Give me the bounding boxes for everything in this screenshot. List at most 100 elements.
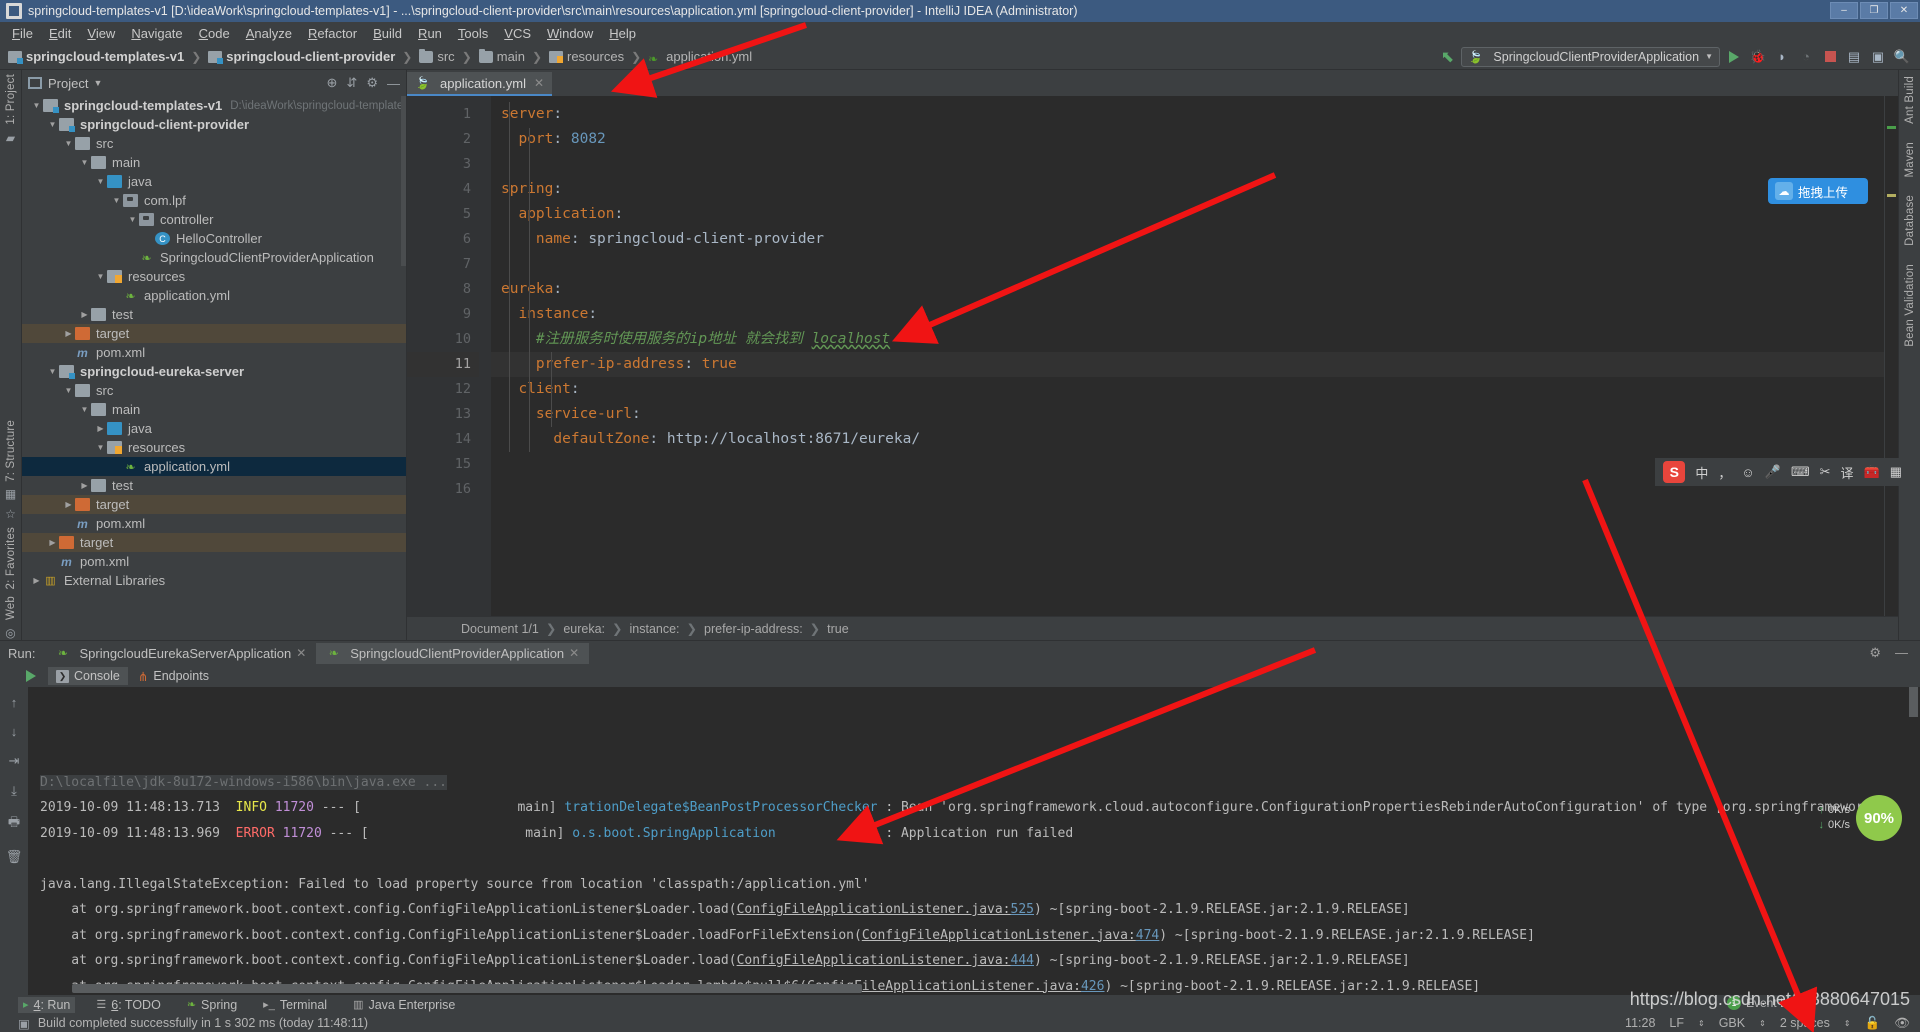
code-content[interactable]: server: port: 8082 spring: application: n… bbox=[479, 96, 1884, 616]
chevron-down-icon[interactable]: ▼ bbox=[94, 443, 107, 452]
document-breadcrumb[interactable]: Document 1/1 ❯ eureka: ❯ instance: ❯ prefer-ip… bbox=[407, 616, 1898, 640]
run-configuration-selector[interactable]: 🍃 SpringcloudClientProviderApplication ▼ bbox=[1461, 46, 1720, 67]
breadcrumb[interactable]: springcloud-templates-v1 ❯ springcloud-cli… bbox=[6, 48, 754, 65]
line-number-12[interactable]: 12– bbox=[407, 377, 493, 402]
chevron-right-icon[interactable]: ▶ bbox=[78, 481, 91, 490]
run-tab-springcloudeurekaserverapplication[interactable]: ❧ SpringcloudEurekaServerApplication ✕ bbox=[45, 643, 316, 664]
down-icon[interactable]: ↓ bbox=[11, 724, 18, 739]
project-structure-icon[interactable]: ▤ bbox=[1844, 47, 1864, 67]
tree-node-src[interactable]: ▼ src bbox=[22, 381, 406, 400]
tree-node-target[interactable]: ▶ target bbox=[22, 533, 406, 552]
line-number-1[interactable]: 1– bbox=[407, 102, 493, 127]
menu-item-file[interactable]: File bbox=[4, 24, 41, 43]
code-line-13[interactable]: service-url: bbox=[479, 402, 1884, 427]
code-line-4[interactable]: spring: bbox=[479, 177, 1884, 202]
chevron-down-icon[interactable]: ▼ bbox=[94, 177, 107, 186]
tool-button-java-enterprise[interactable]: ▥ Java Enterprise bbox=[348, 997, 460, 1013]
stop-icon[interactable] bbox=[1820, 47, 1840, 67]
network-speed-widget[interactable]: ↑ 0K/s ↓ 0K/s 90% bbox=[1818, 795, 1902, 841]
run-subtab-bar[interactable]: ❯ Console ⋔ Endpoints bbox=[0, 665, 1920, 687]
chevron-right-icon[interactable]: ▶ bbox=[62, 329, 75, 338]
stack-trace-link[interactable]: ConfigFileApplicationListener.java:444 bbox=[737, 953, 1034, 968]
line-number-11[interactable]: 11– bbox=[407, 352, 493, 377]
chevron-down-icon[interactable]: ▼ bbox=[30, 101, 43, 110]
line-number-13[interactable]: 13– bbox=[407, 402, 493, 427]
ime-punct-toggle[interactable]: ， bbox=[1718, 463, 1731, 482]
chevron-right-icon[interactable]: ▶ bbox=[78, 310, 91, 319]
breadcrumb-item-main[interactable]: main bbox=[477, 48, 527, 64]
line-number-4[interactable]: 4– bbox=[407, 177, 493, 202]
rerun-icon[interactable] bbox=[26, 670, 36, 682]
ime-lang-toggle[interactable]: 中 bbox=[1695, 463, 1708, 482]
code-line-2[interactable]: port: 8082 bbox=[479, 127, 1884, 152]
build-icon[interactable]: ⬉ bbox=[1437, 47, 1457, 67]
code-line-14[interactable]: defaultZone: http://localhost:8671/eurek… bbox=[479, 427, 1884, 452]
up-icon[interactable]: ↑ bbox=[11, 695, 18, 710]
code-line-11[interactable]: prefer-ip-address: true bbox=[479, 352, 1884, 377]
code-line-12[interactable]: client: bbox=[479, 377, 1884, 402]
tree-node-application-yml[interactable]: ❧ application.yml bbox=[22, 286, 406, 305]
line-number-10[interactable]: 10 bbox=[407, 327, 479, 352]
menu-item-refactor[interactable]: Refactor bbox=[300, 24, 365, 43]
line-number-9[interactable]: 9– bbox=[407, 302, 493, 327]
close-button[interactable]: ✕ bbox=[1890, 2, 1918, 19]
breadcrumb-item-application-yml[interactable]: ❧ application.yml bbox=[646, 49, 754, 65]
keyboard-icon[interactable]: ⌨ bbox=[1791, 464, 1810, 480]
line-number-5[interactable]: 5– bbox=[407, 202, 493, 227]
console-horizontal-scrollbar[interactable] bbox=[72, 984, 862, 993]
tree-node-java[interactable]: ▼ java bbox=[22, 172, 406, 191]
code-line-9[interactable]: instance: bbox=[479, 302, 1884, 327]
run-with-coverage-icon[interactable]: ◗ bbox=[1772, 47, 1792, 67]
chevron-down-icon[interactable]: ▼ bbox=[46, 367, 59, 376]
tree-node-controller[interactable]: ▼ controller bbox=[22, 210, 406, 229]
unlock-icon[interactable]: 🔓 bbox=[1865, 1016, 1881, 1031]
editor-tab-application-yml[interactable]: 🍃 application.yml ✕ bbox=[407, 72, 553, 96]
console-side-toolbar[interactable]: ↑ ↓ ⇥ ⤓ 🖶 🗑 bbox=[0, 687, 28, 995]
window-controls[interactable]: – ❐ ✕ bbox=[1830, 2, 1918, 19]
chevron-right-icon[interactable]: ▶ bbox=[62, 500, 75, 509]
tree-node-external-libraries[interactable]: ▶ ▥ External Libraries bbox=[22, 571, 406, 590]
line-number-8[interactable]: 8– bbox=[407, 277, 493, 302]
right-tool-strip[interactable]: Ant Build Maven Database Bean Validation bbox=[1898, 70, 1920, 640]
hide-icon[interactable]: — bbox=[387, 76, 400, 91]
tree-node-java[interactable]: ▶ java bbox=[22, 419, 406, 438]
toolbox-icon[interactable]: 🧰 bbox=[1864, 464, 1880, 480]
screenshot-icon[interactable]: ✂ bbox=[1820, 464, 1831, 480]
scroll-to-end-icon[interactable]: ⤓ bbox=[11, 783, 17, 799]
chevron-down-icon[interactable]: ▼ bbox=[62, 386, 75, 395]
line-number-2[interactable]: 2– bbox=[407, 127, 493, 152]
tree-node-com-lpf[interactable]: ▼ com.lpf bbox=[22, 191, 406, 210]
breadcrumb-item-springcloud-client-provider[interactable]: springcloud-client-provider bbox=[206, 49, 397, 64]
stack-trace-link[interactable]: ConfigFileApplicationListener.java:525 bbox=[737, 902, 1034, 917]
profile-icon[interactable]: ◔ bbox=[1796, 47, 1816, 67]
sidebar-item-web[interactable]: Web bbox=[5, 596, 17, 620]
tool-button-6-todo[interactable]: ☰ 6: TODO bbox=[91, 997, 165, 1013]
tree-node-test[interactable]: ▶ test bbox=[22, 305, 406, 324]
code-line-7[interactable] bbox=[479, 252, 1884, 277]
chevron-down-icon[interactable]: ▼ bbox=[1705, 52, 1713, 61]
fold-gutter[interactable] bbox=[479, 96, 491, 616]
tool-button-spring[interactable]: ❧ Spring bbox=[182, 997, 242, 1013]
print-icon[interactable]: 🖶 bbox=[8, 813, 20, 835]
tool-button-terminal[interactable]: ▸_ Terminal bbox=[258, 997, 332, 1013]
tree-node-springcloud-eureka-server[interactable]: ▼ springcloud-eureka-server bbox=[22, 362, 406, 381]
upload-chip[interactable]: ☁ 拖拽上传 bbox=[1768, 178, 1868, 204]
menu-item-analyze[interactable]: Analyze bbox=[238, 24, 300, 43]
doc-breadcrumb-item[interactable]: instance: bbox=[630, 622, 680, 636]
line-separator[interactable]: LF bbox=[1669, 1016, 1684, 1030]
menu-bar[interactable]: File Edit View Navigate Code Analyze Refactor B… bbox=[0, 22, 1920, 44]
code-line-1[interactable]: server: bbox=[479, 102, 1884, 127]
minimize-button[interactable]: – bbox=[1830, 2, 1858, 19]
menu-item-navigate[interactable]: Navigate bbox=[123, 24, 190, 43]
terminal-icon[interactable]: ▣ bbox=[1868, 47, 1888, 67]
close-icon[interactable]: ✕ bbox=[534, 76, 544, 90]
tree-node-springcloudclientproviderapplication[interactable]: ❧ SpringcloudClientProviderApplication bbox=[22, 248, 406, 267]
tree-node-target[interactable]: ▶ target bbox=[22, 324, 406, 343]
tree-node-hellocontroller[interactable]: C HelloController bbox=[22, 229, 406, 248]
tree-node-main[interactable]: ▼ main bbox=[22, 153, 406, 172]
mic-icon[interactable]: 🎤 bbox=[1765, 464, 1781, 480]
left-tool-strip[interactable]: 1: Project ▰ 7: Structure ▦ ☆ 2: Favorit… bbox=[0, 70, 22, 640]
chevron-down-icon[interactable]: ▼ bbox=[93, 78, 102, 88]
run-icon[interactable] bbox=[1724, 47, 1744, 67]
trash-icon[interactable]: 🗑 bbox=[6, 849, 23, 865]
